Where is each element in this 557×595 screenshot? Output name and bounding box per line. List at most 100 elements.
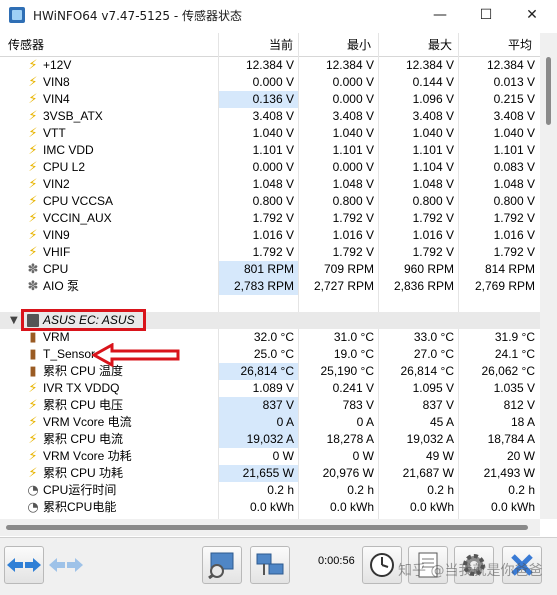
sensor-row[interactable]: ▮ T_Sensor 25.0 °C 19.0 °C 27.0 °C 24.1 °C	[0, 346, 540, 363]
sensor-row[interactable]: ⚡ 累积 CPU 功耗 21,655 W 20,976 W 21,687 W 21,493…	[0, 465, 540, 482]
sensor-max-value: 33.0 °C	[413, 330, 454, 344]
sensor-max-value: 1.101 V	[412, 143, 454, 157]
sensor-avg-value: 1.016 V	[493, 228, 535, 242]
sensor-min-value: 0.0 kWh	[329, 500, 374, 514]
column-max[interactable]: 最大	[379, 33, 452, 57]
sensor-name: VIN2	[43, 177, 70, 191]
sensor-row[interactable]: ⚡ 累积 CPU 电流 19,032 A 18,278 A 19,032 A 18,784…	[0, 431, 540, 448]
sensor-current-value: 1.101 V	[252, 143, 294, 157]
sensor-row[interactable]: ⚡ VIN2 1.048 V 1.048 V 1.048 V 1.048 V	[0, 176, 540, 193]
window-title: HWiNFO64 v7.47-5125 - 传感器状态	[33, 8, 243, 23]
sensor-avg-value: 12.384 V	[486, 58, 535, 72]
network-button[interactable]	[250, 546, 290, 584]
sensor-row[interactable]: ◔ CPU运行时间 0.2 h 0.2 h 0.2 h 0.2 h	[0, 482, 540, 499]
horizontal-scrollbar[interactable]	[0, 519, 540, 536]
close-button[interactable]: ✕	[509, 0, 555, 30]
sensor-name: CPU	[43, 262, 69, 276]
double-arrow-icon	[49, 558, 83, 572]
sensor-avg-value: 21,493 W	[483, 466, 535, 480]
sensor-row[interactable]: ⚡ +12V 12.384 V 12.384 V 12.384 V 12.384 V	[0, 57, 540, 74]
sensor-row[interactable]: ⚡ CPU L2 0.000 V 0.000 V 1.104 V 0.083 V	[0, 159, 540, 176]
column-avg[interactable]: 平均	[459, 33, 532, 57]
sensor-row[interactable]: ▮ 累积 CPU 温度 26,814 °C 25,190 °C 26,814 °C 26,…	[0, 363, 540, 380]
sensor-avg-value: 1.101 V	[493, 143, 535, 157]
sensor-row[interactable]: ⚡ VRM Vcore 功耗 0 W 0 W 49 W 20 W	[0, 448, 540, 465]
clock-button[interactable]	[362, 546, 402, 584]
sensor-max-value: 19,032 A	[406, 432, 454, 446]
sensor-row[interactable]: ▮ VRM 32.0 °C 31.0 °C 33.0 °C 31.9 °C	[0, 329, 540, 346]
sensor-row[interactable]: ✽ CPU 801 RPM 709 RPM 960 RPM 814 RPM	[0, 261, 540, 278]
sensor-row[interactable]: ⚡ VIN4 0.136 V 0.000 V 1.096 V 0.215 V	[0, 91, 540, 108]
bottom-toolbar: 0:00:56 知乎 @当我就是你爸爸	[0, 537, 557, 595]
sensor-name: VRM Vcore 功耗	[43, 449, 132, 463]
sensor-min-value: 1.048 V	[332, 177, 374, 191]
sensor-min-value: 0.000 V	[332, 160, 374, 174]
navigate-arrows-button[interactable]	[4, 546, 44, 584]
sensor-row[interactable]: ⚡ VRM Vcore 电流 0 A 0 A 45 A 18 A	[0, 414, 540, 431]
sensor-avg-value: 0.215 V	[493, 92, 535, 106]
sensor-max-value: 1.104 V	[412, 160, 454, 174]
sensor-row[interactable]: ✽ AIO 泵 2,783 RPM 2,727 RPM 2,836 RPM 2,769 R…	[0, 278, 540, 295]
sensor-min-value: 0 A	[356, 415, 374, 429]
sensor-min-value: 709 RPM	[323, 262, 374, 276]
sensor-name: VHIF	[43, 245, 71, 259]
column-current[interactable]: 当前	[219, 33, 293, 57]
sensor-avg-value: 1.040 V	[493, 126, 535, 140]
sensor-row[interactable]: ⚡ 3VSB_ATX 3.408 V 3.408 V 3.408 V 3.408 V	[0, 108, 540, 125]
sensor-row[interactable]: ⚡ 累积 CPU 电压 837 V 783 V 837 V 812 V	[0, 397, 540, 414]
vertical-scroll-thumb[interactable]	[546, 57, 551, 125]
elapsed-timer: 0:00:56	[318, 555, 355, 567]
sensor-row[interactable]: ⚡ IMC VDD 1.101 V 1.101 V 1.101 V 1.101 V	[0, 142, 540, 159]
sensor-avg-value: 1.035 V	[493, 381, 535, 395]
column-sensor[interactable]: 传感器	[8, 33, 208, 57]
sensor-avg-value: 812 V	[503, 398, 535, 412]
maximize-icon: ☐	[479, 7, 493, 23]
sensor-avg-value: 20 W	[506, 449, 535, 463]
sensor-min-value: 1.016 V	[332, 228, 374, 242]
sensor-current-value: 19,032 A	[219, 431, 298, 448]
sensor-name: IVR TX VDDQ	[43, 381, 120, 395]
sensor-current-value: 0.000 V	[252, 75, 294, 89]
monitor-search-icon	[208, 552, 234, 579]
sensor-current-value: 2,783 RPM	[219, 278, 298, 295]
sensor-max-value: 837 V	[422, 398, 454, 412]
maximize-button[interactable]: ☐	[463, 0, 509, 30]
sensor-list[interactable]: ⚡ +12V 12.384 V 12.384 V 12.384 V 12.384 V ⚡ VI…	[0, 57, 540, 519]
clock-icon	[370, 553, 394, 577]
monitor-search-button[interactable]	[202, 546, 242, 584]
sensor-row[interactable]: ⚡ VCCIN_AUX 1.792 V 1.792 V 1.792 V 1.792 V	[0, 210, 540, 227]
sensor-current-value: 1.089 V	[252, 381, 294, 395]
highlight-box-annotation	[21, 309, 146, 331]
sensor-min-value: 1.101 V	[332, 143, 374, 157]
sensor-row[interactable]: ⚡ VTT 1.040 V 1.040 V 1.040 V 1.040 V	[0, 125, 540, 142]
sensor-current-value: 1.792 V	[252, 245, 294, 259]
voltage-bolt-icon: ⚡	[28, 109, 38, 124]
collapse-chevron-icon[interactable]: ▼	[10, 312, 18, 329]
vertical-scrollbar[interactable]	[540, 33, 557, 519]
sensor-name: CPU VCCSA	[43, 194, 114, 208]
sensor-avg-value: 0.0 kWh	[490, 500, 535, 514]
minimize-button[interactable]: —	[417, 0, 463, 30]
sensor-min-value: 2,727 RPM	[313, 279, 374, 293]
sensor-max-value: 12.384 V	[405, 58, 454, 72]
sensor-current-value: 0.0 kWh	[249, 500, 294, 514]
sensor-name: VCCIN_AUX	[43, 211, 112, 225]
sensor-avg-value: 3.408 V	[493, 109, 535, 123]
sensor-row[interactable]: ⚡ CPU VCCSA 0.800 V 0.800 V 0.800 V 0.800 V	[0, 193, 540, 210]
sensor-row[interactable]: ⚡ VHIF 1.792 V 1.792 V 1.792 V 1.792 V	[0, 244, 540, 261]
sensor-row[interactable]: ⚡ IVR TX VDDQ 1.089 V 0.241 V 1.095 V 1.035 V	[0, 380, 540, 397]
fan-icon: ✽	[27, 262, 39, 277]
navigate-arrows-alt-button[interactable]	[46, 546, 86, 584]
sensor-avg-value: 0.013 V	[493, 75, 535, 89]
horizontal-scroll-thumb[interactable]	[6, 525, 528, 530]
sensor-row[interactable]: ⚡ VIN8 0.000 V 0.000 V 0.144 V 0.013 V	[0, 74, 540, 91]
voltage-bolt-icon: ⚡	[28, 126, 38, 141]
sensor-max-value: 45 A	[429, 415, 454, 429]
sensor-current-value: 1.048 V	[252, 177, 294, 191]
sensor-current-value: 26,814 °C	[219, 363, 298, 380]
sensor-current-value: 0.000 V	[252, 160, 294, 174]
sensor-row[interactable]: ◔ 累积CPU电能 0.0 kWh 0.0 kWh 0.0 kWh 0.0 kWh	[0, 499, 540, 516]
sensor-row[interactable]: ⚡ VIN9 1.016 V 1.016 V 1.016 V 1.016 V	[0, 227, 540, 244]
sensor-min-value: 0.000 V	[332, 92, 374, 106]
column-min[interactable]: 最小	[299, 33, 371, 57]
